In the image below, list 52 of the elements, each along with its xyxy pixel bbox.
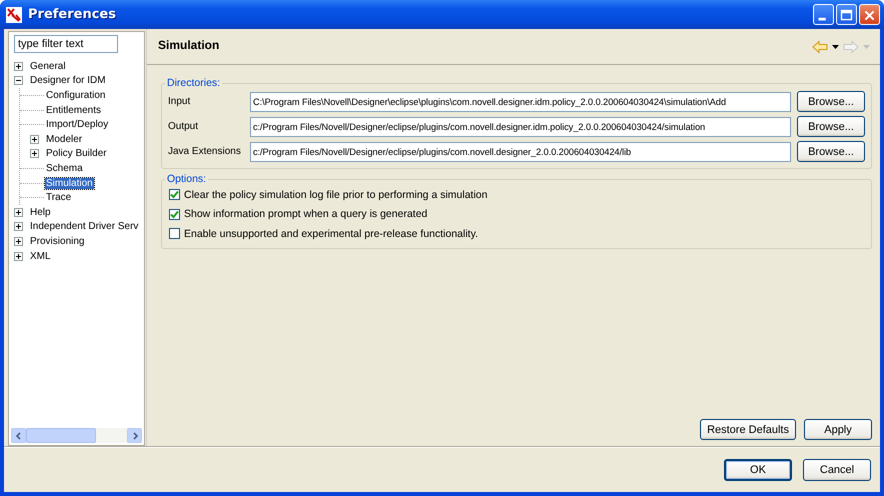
field-label: Java Extensions — [168, 146, 242, 157]
checkbox[interactable] — [169, 228, 180, 240]
option-label: Enable unsupported and experimental pre-release functionality. — [184, 228, 478, 240]
tree-item[interactable]: Entitlements — [45, 104, 102, 116]
tree-item[interactable]: Help — [29, 206, 52, 218]
expand-icon[interactable] — [14, 62, 23, 71]
path-field[interactable]: c:/Program Files/Novell/Designer/eclipse/plugins/com.novell.designer_2.0.0.200604030424/lib — [250, 142, 791, 162]
group-title: Directories: — [166, 77, 222, 89]
scroll-right-icon[interactable] — [127, 428, 142, 443]
path-field[interactable]: c:/Program Files/Novell/Designer/eclipse/plugins/com.novell.designer.idm.policy_2.0.0.200604030424/simulation — [250, 116, 791, 136]
tree-item[interactable]: Configuration — [45, 90, 106, 101]
field-label: Output — [168, 121, 200, 132]
app-icon — [6, 6, 22, 22]
tree-item[interactable]: Import/Deploy — [45, 119, 110, 130]
page-title: Simulation — [158, 38, 220, 52]
expand-icon[interactable] — [14, 208, 23, 217]
tree-item[interactable]: Provisioning — [29, 236, 86, 247]
tree-item[interactable]: Policy Builder — [45, 148, 108, 160]
ok-button[interactable]: OK — [724, 459, 792, 481]
path-field[interactable]: C:\Program Files\Novell\Designer\eclipse\plugins\com.novell.designer.idm.policy_2.0.0.200604030424\simulation\Add — [250, 92, 791, 112]
scroll-thumb[interactable] — [26, 428, 96, 443]
option-label: Show information prompt when a query is generated — [184, 208, 428, 220]
tree-item[interactable]: Designer for IDM — [29, 75, 107, 86]
expand-icon[interactable] — [30, 134, 39, 144]
tree-item[interactable]: Simulation — [45, 178, 94, 189]
browse-button[interactable]: Browse... — [797, 141, 865, 162]
group-title: Options: — [166, 173, 208, 185]
dropdown-caret-icon[interactable] — [832, 44, 839, 48]
expand-icon[interactable] — [30, 149, 39, 158]
browse-button[interactable]: Browse... — [797, 91, 865, 112]
tree-item[interactable]: Trace — [45, 192, 72, 204]
tree-item[interactable]: Modeler — [45, 134, 84, 145]
tree-item[interactable]: XML — [29, 250, 52, 262]
expand-icon[interactable] — [14, 236, 23, 246]
tree-item[interactable]: General — [29, 60, 67, 72]
window-title: Preferences — [28, 7, 117, 22]
filter-field[interactable]: type filter text — [14, 35, 118, 53]
option-label: Clear the policy simulation log file prior to performing a simulation — [184, 188, 488, 201]
tree-item[interactable]: Independent Driver Serv — [29, 221, 140, 232]
field-label: Input — [168, 96, 192, 107]
apply-button[interactable]: Apply — [804, 419, 872, 440]
cancel-button[interactable]: Cancel — [803, 459, 871, 481]
expand-icon[interactable] — [14, 222, 23, 232]
horizontal-scrollbar[interactable] — [11, 428, 142, 443]
checkbox[interactable] — [169, 208, 180, 220]
scroll-left-icon[interactable] — [11, 428, 26, 443]
checkbox[interactable] — [169, 189, 180, 200]
restore-defaults-button[interactable]: Restore Defaults — [700, 419, 796, 440]
expand-icon[interactable] — [14, 252, 23, 261]
tree-item[interactable]: Schema — [45, 162, 84, 174]
browse-button[interactable]: Browse... — [797, 116, 865, 137]
collapse-icon[interactable] — [14, 76, 23, 86]
